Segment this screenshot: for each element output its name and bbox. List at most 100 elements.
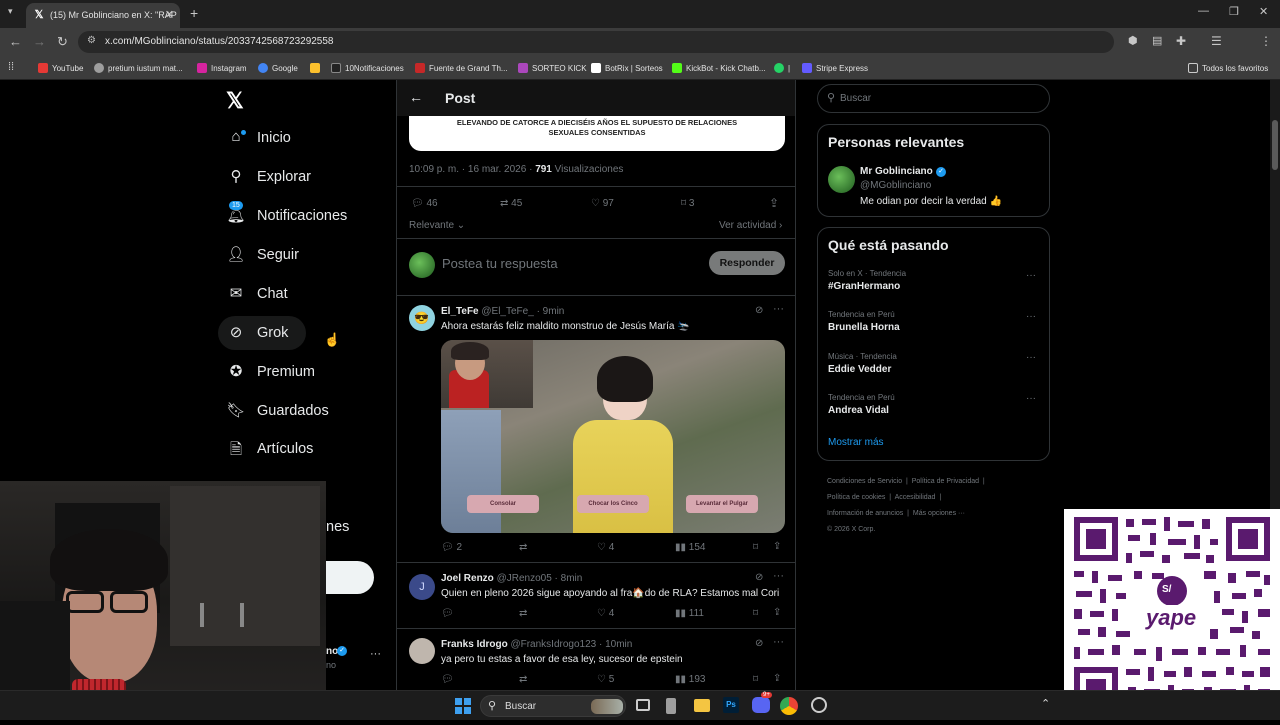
sort-dropdown[interactable]: Relevante ⌄ — [409, 220, 465, 231]
more-options-icon[interactable]: ··· — [1026, 352, 1036, 363]
apps-icon[interactable]: ⁞⁞ — [8, 61, 14, 73]
share-icon[interactable]: ⇪ — [773, 673, 781, 684]
search-input[interactable]: ⚲ Buscar — [817, 84, 1050, 113]
reply-action[interactable]: 💬︎ — [441, 608, 454, 619]
tray-chevron-icon[interactable]: ⌃ — [1041, 697, 1050, 710]
bookmark-icon[interactable]: ⌑ — [753, 674, 758, 685]
window-close-icon[interactable]: ✕ — [1259, 5, 1268, 18]
discord-icon[interactable] — [752, 697, 770, 713]
like-action[interactable]: ♡ 97 — [591, 198, 614, 209]
person-name[interactable]: Mr Goblinciano — [860, 166, 933, 177]
views-action[interactable]: ▮▮ 111 — [675, 608, 704, 619]
menu-icon[interactable]: ⋮ — [1260, 34, 1272, 48]
grok-icon[interactable]: ⊘ — [755, 572, 763, 583]
puzzle-icon[interactable]: ✚ — [1176, 34, 1186, 48]
more-options-icon[interactable]: ··· — [1026, 393, 1036, 404]
trend-name[interactable]: #GranHermano — [828, 281, 900, 292]
avatar[interactable]: J — [409, 574, 435, 600]
repost-action[interactable]: ⇄ — [519, 542, 527, 553]
footer-link[interactable]: Política de Privacidad — [912, 478, 979, 485]
trend-name[interactable]: Brunella Horna — [828, 322, 900, 333]
share-icon[interactable]: ⇪ — [773, 607, 781, 618]
app-icon[interactable] — [666, 698, 676, 714]
reply-input[interactable]: Postea tu respuesta — [442, 256, 558, 271]
reading-list-icon[interactable]: ☰ — [1211, 34, 1222, 48]
bookmark[interactable]: Google — [258, 63, 298, 73]
extension-icon[interactable]: ▤ — [1152, 34, 1162, 47]
bookmark[interactable]: Stripe Express — [802, 63, 868, 73]
more-options-icon[interactable]: ··· — [773, 636, 784, 648]
windows-start-icon[interactable] — [455, 698, 471, 714]
more-options-icon[interactable]: ··· — [1026, 311, 1036, 322]
reply-action[interactable]: 💬︎ — [441, 674, 454, 685]
reply-action[interactable]: 💬︎ 2 — [441, 542, 462, 553]
chrome-icon[interactable] — [780, 697, 798, 715]
bookmark[interactable]: | — [774, 63, 790, 73]
view-activity-link[interactable]: Ver actividad › — [719, 220, 782, 231]
footer-link[interactable]: Accesibilidad — [895, 494, 936, 501]
share-icon[interactable]: ⇪ — [769, 196, 779, 210]
footer-link[interactable]: Política de cookies — [827, 494, 885, 501]
bookmark[interactable]: 10Notificaciones — [331, 63, 404, 73]
avatar[interactable] — [409, 252, 435, 278]
repost-action[interactable]: ⇄ 45 — [500, 198, 522, 209]
app-icon[interactable] — [811, 697, 827, 713]
views-action[interactable]: ▮▮ 154 — [675, 542, 705, 553]
trend-name[interactable]: Andrea Vidal — [828, 405, 889, 416]
avatar[interactable]: 😎 — [409, 305, 435, 331]
bookmark-icon[interactable]: ⌑ — [753, 608, 758, 619]
like-action[interactable]: ♡ 5 — [597, 674, 614, 685]
repost-action[interactable]: ⇄ — [519, 608, 527, 619]
new-tab-icon[interactable]: + — [190, 5, 198, 21]
bookmark[interactable]: YouTube — [38, 63, 83, 73]
account-more-icon[interactable]: ··· — [370, 648, 381, 660]
extension-icon[interactable]: ⬢ — [1128, 34, 1138, 47]
bookmark[interactable]: Instagram — [197, 63, 247, 73]
more-options-icon[interactable]: ··· — [1026, 270, 1036, 281]
x-logo-icon[interactable]: 𝕏 — [226, 88, 244, 114]
file-explorer-icon[interactable] — [694, 699, 710, 712]
like-action[interactable]: ♡ 4 — [597, 608, 614, 619]
task-view-icon[interactable] — [636, 699, 650, 711]
bookmark[interactable]: SORTEO KICK — [518, 63, 587, 73]
address-bar[interactable]: ⚙ x.com/MGoblinciano/status/203374256872… — [78, 31, 1114, 53]
photoshop-icon[interactable]: Ps — [723, 697, 739, 713]
bookmark[interactable]: pretium iustum mat... — [94, 63, 183, 73]
back-icon[interactable]: ← — [9, 34, 22, 49]
reply-author[interactable]: El_TeFe @El_TeFe_ · 9min — [441, 306, 564, 317]
footer-link[interactable]: Información de anuncios — [827, 510, 903, 517]
tab-close-icon[interactable]: ✕ — [165, 8, 174, 21]
bookmark[interactable]: Fuente de Grand Th... — [415, 63, 508, 73]
nav-more-label-partial[interactable]: nes — [326, 519, 349, 535]
bookmarks-folder[interactable]: Todos los favoritos — [1188, 63, 1268, 73]
back-arrow-icon[interactable]: ← — [409, 89, 423, 105]
reply-action[interactable]: 💬︎ 46 — [411, 198, 438, 209]
reply-author[interactable]: Franks Idrogo @FranksIdrogo123 · 10min — [441, 639, 632, 650]
reply-media[interactable]: Consolar Chocar los Cinco Levantar el Pu… — [441, 340, 785, 533]
browser-tab[interactable]: 𝕏 (15) Mr Goblinciano en X: "RAP ✕ — [26, 3, 180, 28]
repost-action[interactable]: ⇄ — [519, 674, 527, 685]
reply-button[interactable]: Responder — [709, 251, 785, 275]
minimize-icon[interactable]: — — [1198, 5, 1209, 17]
bookmark[interactable]: BotRix | Sorteos — [591, 63, 663, 73]
taskbar-search[interactable]: ⚲ Buscar — [480, 695, 626, 717]
more-options-icon[interactable]: ··· — [773, 570, 784, 582]
share-icon[interactable]: ⇪ — [773, 541, 781, 552]
bookmark[interactable]: KickBot - Kick Chatb... — [672, 63, 766, 73]
restore-icon[interactable]: ❐ — [1229, 5, 1239, 18]
bookmark-icon[interactable]: ⌑ — [753, 542, 758, 553]
post-button-partial[interactable] — [326, 561, 374, 594]
bookmark[interactable] — [310, 63, 324, 73]
bookmark-action[interactable]: ⌑ 3 — [681, 198, 694, 209]
tab-search-icon[interactable]: ▾ — [8, 6, 13, 17]
avatar[interactable] — [828, 166, 855, 193]
more-options-icon[interactable]: ··· — [773, 303, 784, 315]
reply-author[interactable]: Joel Renzo @JRenzo05 · 8min — [441, 573, 582, 584]
views-action[interactable]: ▮▮ 193 — [675, 674, 705, 685]
footer-link[interactable]: Condiciones de Servicio — [827, 478, 902, 485]
avatar[interactable] — [409, 638, 435, 664]
grok-icon[interactable]: ⊘ — [755, 305, 763, 316]
post-image[interactable]: ELEVANDO DE CATORCE A DIECISÉIS AÑOS EL … — [409, 116, 785, 151]
forward-icon[interactable]: → — [33, 34, 46, 49]
reload-icon[interactable]: ↻ — [57, 34, 68, 50]
